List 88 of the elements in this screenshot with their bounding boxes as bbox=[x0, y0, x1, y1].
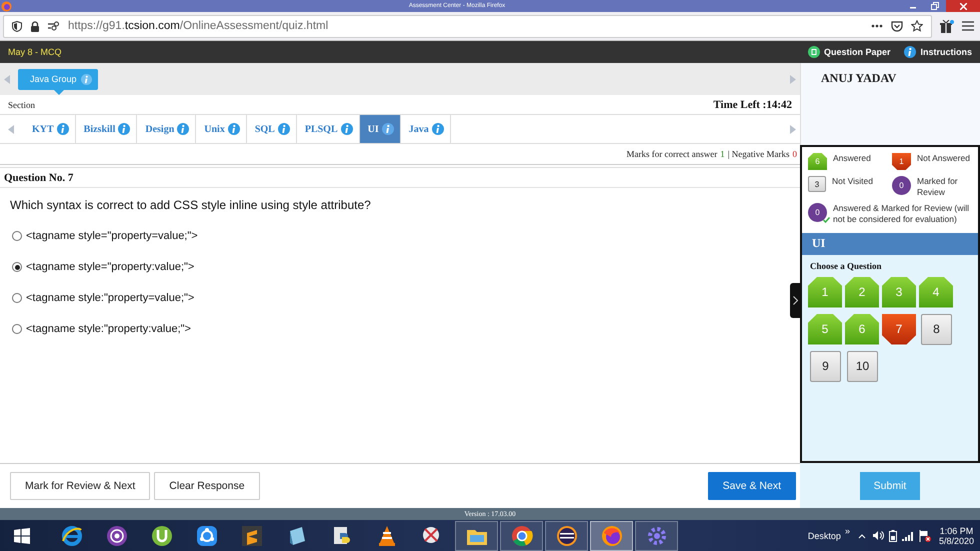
clock-date[interactable]: 5/8/2020 bbox=[938, 536, 974, 546]
permissions-icon[interactable] bbox=[48, 21, 60, 31]
close-button[interactable] bbox=[946, 0, 980, 12]
question-paper-link[interactable]: Question Paper bbox=[808, 46, 890, 58]
star-icon[interactable] bbox=[911, 20, 923, 32]
firefox-logo-icon bbox=[1, 0, 12, 12]
info-icon bbox=[118, 123, 130, 135]
question-text: Which syntax is correct to add CSS style inline using style attribute? bbox=[9, 197, 372, 212]
radio-button[interactable] bbox=[12, 324, 22, 334]
question-button[interactable]: 10 bbox=[847, 350, 878, 382]
status-count: 0 bbox=[808, 203, 827, 222]
status-label: Not Visited bbox=[832, 176, 873, 187]
url-text[interactable]: https://g91.tcsion.com/OnlineAssessment/quiz.html bbox=[68, 20, 328, 32]
status-count: 1 bbox=[892, 153, 911, 170]
gear-icon bbox=[646, 524, 668, 546]
info-icon bbox=[340, 123, 353, 135]
candidate-name: ANUJ YADAV bbox=[821, 71, 896, 85]
option-text[interactable]: <tagname style:"property:value;"> bbox=[26, 323, 191, 335]
info-icon bbox=[228, 123, 240, 135]
menu-icon[interactable] bbox=[962, 21, 974, 31]
restore-icon bbox=[931, 2, 939, 10]
info-icon bbox=[80, 74, 92, 84]
question-button[interactable]: 4 bbox=[919, 276, 953, 308]
question-button[interactable]: 7 bbox=[882, 314, 916, 344]
option-text[interactable]: <tagname style="property:value;"> bbox=[26, 261, 194, 273]
radio-button[interactable] bbox=[12, 293, 22, 303]
submit-button[interactable]: Submit bbox=[860, 472, 920, 500]
windows-start-icon[interactable] bbox=[14, 528, 30, 544]
flag-icon[interactable] bbox=[918, 530, 931, 542]
question-button[interactable]: 1 bbox=[808, 276, 842, 308]
exam-title: May 8 - MCQ bbox=[8, 47, 63, 57]
lock-icon[interactable] bbox=[30, 20, 40, 32]
action-button[interactable]: Mark for Review & Next bbox=[10, 472, 150, 500]
gift-icon[interactable] bbox=[940, 20, 954, 32]
section-label: Section bbox=[8, 100, 35, 110]
status-count: 0 bbox=[892, 176, 911, 195]
chrome-icon bbox=[510, 524, 532, 546]
clock-time[interactable]: 1:06 PM bbox=[940, 526, 974, 536]
status-label: Not Answered bbox=[917, 153, 970, 164]
close-icon bbox=[960, 2, 966, 10]
marks-label: Marks for correct answer bbox=[626, 149, 718, 159]
pocket-icon[interactable] bbox=[891, 20, 903, 32]
browser-icon bbox=[60, 524, 82, 546]
negative-marks-label: | Negative Marks bbox=[728, 149, 790, 159]
toolbar-chevron[interactable]: » bbox=[844, 526, 850, 536]
time-left: Time Left :14:42 bbox=[713, 98, 792, 110]
firefox-icon bbox=[600, 524, 622, 546]
status-label: Marked for Review bbox=[917, 176, 959, 198]
shield-icon[interactable] bbox=[12, 20, 22, 32]
question-button[interactable]: 9 bbox=[810, 350, 841, 382]
instructions-link[interactable]: Instructions bbox=[904, 46, 972, 58]
status-count: 6 bbox=[808, 153, 827, 170]
marks-value: 1 bbox=[720, 149, 725, 159]
info-icon bbox=[432, 123, 444, 135]
save-next-button[interactable]: Save & Next bbox=[708, 472, 796, 500]
panel-toggle[interactable] bbox=[790, 283, 801, 318]
option-text[interactable]: <tagname style="property=value;"> bbox=[26, 230, 198, 242]
negative-marks-value: 0 bbox=[792, 149, 797, 159]
more-icon[interactable] bbox=[871, 24, 883, 28]
option-text[interactable]: <tagname style:"property=value;"> bbox=[26, 292, 194, 304]
info-icon bbox=[278, 123, 290, 135]
chevron-right-icon bbox=[793, 296, 798, 305]
torrent-icon bbox=[150, 524, 172, 546]
section-name: UI bbox=[812, 236, 826, 251]
question-number: Question No. 7 bbox=[4, 172, 74, 184]
choose-question-heading: Choose a Question bbox=[809, 260, 883, 270]
section-tab[interactable]: UI bbox=[360, 115, 401, 143]
status-label: Answered bbox=[833, 153, 871, 164]
info-icon bbox=[904, 46, 916, 58]
radio-button[interactable] bbox=[12, 262, 22, 272]
action-button[interactable]: Clear Response bbox=[154, 472, 260, 500]
info-icon bbox=[382, 123, 394, 135]
editor-icon bbox=[240, 524, 262, 546]
speaker-icon[interactable] bbox=[872, 530, 884, 541]
share-icon bbox=[196, 524, 218, 546]
document-icon bbox=[808, 46, 820, 58]
question-button[interactable]: 8 bbox=[921, 314, 952, 344]
taskbar-app[interactable] bbox=[545, 520, 588, 550]
radio-button[interactable] bbox=[12, 231, 22, 241]
info-icon bbox=[177, 123, 190, 135]
battery-icon[interactable] bbox=[888, 530, 897, 542]
desktop-toolbar-label[interactable]: Desktop bbox=[808, 530, 841, 540]
address-bar[interactable]: https://g91.tcsion.com/OnlineAssessment/quiz.html bbox=[3, 14, 932, 38]
status-count: 3 bbox=[808, 176, 826, 192]
taskbar-app[interactable] bbox=[500, 520, 543, 550]
signal-icon[interactable] bbox=[902, 530, 914, 540]
info-icon bbox=[56, 123, 69, 135]
status-label: Answered & Marked for Review (will not be considered for evaluation) bbox=[833, 203, 970, 224]
